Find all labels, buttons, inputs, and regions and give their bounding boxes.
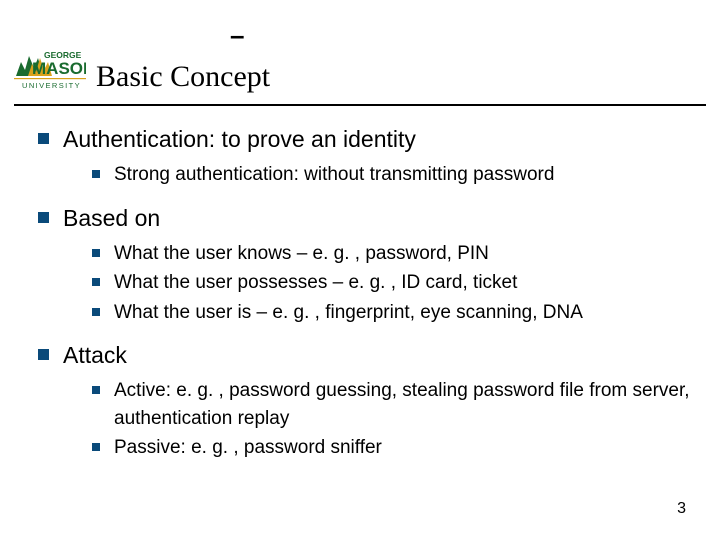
item-text: What the user knows – e. g. , password, …	[114, 240, 489, 268]
title-underline	[14, 104, 706, 106]
square-bullet-icon	[38, 133, 49, 144]
top-dash-mark: –	[230, 20, 244, 51]
item-text: Passive: e. g. , password sniffer	[114, 434, 382, 462]
section-items: What the user knows – e. g. , password, …	[92, 240, 702, 327]
list-item: What the user possesses – e. g. , ID car…	[92, 269, 702, 297]
square-bullet-icon	[92, 170, 100, 178]
heading-text: Based on	[63, 203, 160, 234]
square-bullet-icon	[92, 386, 100, 394]
square-bullet-icon	[92, 443, 100, 451]
item-text: Active: e. g. , password guessing, steal…	[114, 377, 702, 432]
heading-text: Attack	[63, 340, 127, 371]
square-bullet-icon	[92, 278, 100, 286]
section-items: Strong authentication: without transmitt…	[92, 161, 702, 189]
page-number: 3	[677, 500, 686, 518]
item-text: What the user possesses – e. g. , ID car…	[114, 269, 517, 297]
square-bullet-icon	[92, 249, 100, 257]
square-bullet-icon	[38, 212, 49, 223]
list-item: What the user is – e. g. , fingerprint, …	[92, 299, 702, 327]
slide-body: Authentication: to prove an identity Str…	[38, 124, 702, 476]
section-heading: Based on	[38, 203, 702, 234]
item-text: Strong authentication: without transmitt…	[114, 161, 554, 189]
mason-logo-icon: GEORGE MASON UNIVERSITY	[14, 42, 86, 98]
section-heading: Authentication: to prove an identity	[38, 124, 702, 155]
square-bullet-icon	[92, 308, 100, 316]
item-text: What the user is – e. g. , fingerprint, …	[114, 299, 583, 327]
list-item: Active: e. g. , password guessing, steal…	[92, 377, 702, 432]
university-logo: GEORGE MASON UNIVERSITY	[14, 42, 86, 103]
heading-text: Authentication: to prove an identity	[63, 124, 416, 155]
section-heading: Attack	[38, 340, 702, 371]
section-items: Active: e. g. , password guessing, steal…	[92, 377, 702, 462]
slide: – GEORGE MASON UNIVERSITY Basic Concept …	[0, 0, 720, 540]
list-item: Passive: e. g. , password sniffer	[92, 434, 702, 462]
slide-title: Basic Concept	[96, 60, 270, 94]
list-item: What the user knows – e. g. , password, …	[92, 240, 702, 268]
list-item: Strong authentication: without transmitt…	[92, 161, 702, 189]
svg-text:MASON: MASON	[32, 59, 86, 78]
svg-text:UNIVERSITY: UNIVERSITY	[22, 81, 81, 90]
square-bullet-icon	[38, 349, 49, 360]
